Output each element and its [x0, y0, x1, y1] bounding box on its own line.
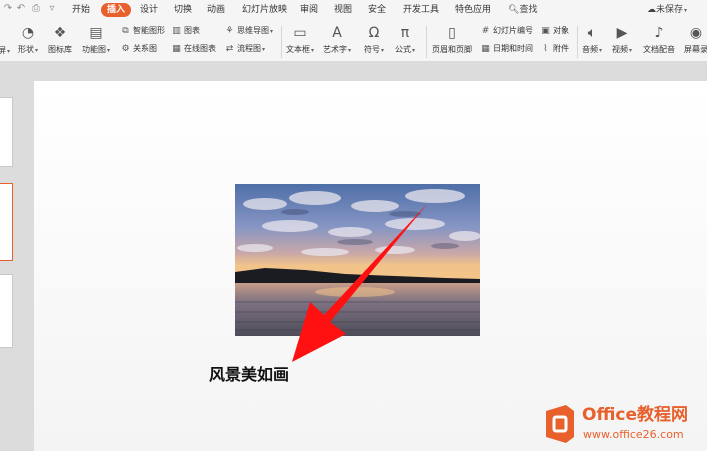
slide-thumbnail[interactable] [0, 274, 13, 348]
search-button[interactable]: 🔍︎查找 [508, 3, 537, 17]
video-button[interactable]: ▶ 视频▾ [612, 25, 632, 56]
paperclip-icon: ⌇ [543, 43, 548, 54]
shape-button[interactable]: ◔ 形状▾ [18, 25, 38, 56]
smart-shape-button[interactable]: ⧉ 智能图形 [120, 25, 165, 37]
tab-developer[interactable]: 开发工具 [403, 3, 439, 17]
art-text-icon: A [332, 25, 342, 41]
textbox-button[interactable]: ▭ 文本框▾ [286, 25, 314, 56]
slide-number-icon: # [481, 25, 490, 36]
pi-icon: π [400, 25, 410, 41]
landscape-photo[interactable] [235, 184, 480, 336]
mind-map-icon: ⚘ [225, 25, 234, 36]
formula-button[interactable]: π 公式▾ [395, 25, 415, 56]
slide-thumbnail-selected[interactable] [0, 183, 13, 261]
sunset-image [235, 184, 480, 336]
flow-chart-button[interactable]: ⇄ 流程图▾ [224, 43, 265, 55]
flow-chart-icon: ⇄ [225, 43, 234, 54]
undo-icon[interactable]: ↶ [15, 3, 27, 15]
tab-view[interactable]: 视图 [334, 3, 352, 17]
print-icon[interactable]: ⎙ [30, 3, 42, 15]
header-footer-icon: ▯ [448, 25, 456, 41]
shape-icon: ◔ [21, 25, 35, 41]
tab-animation[interactable]: 动画 [207, 3, 225, 17]
tab-special[interactable]: 特色应用 [455, 3, 491, 17]
cut-off-item[interactable]: 屏 ▾ [0, 45, 10, 57]
relation-chart-button[interactable]: ⚙ 关系图 [120, 43, 157, 55]
header-footer-button[interactable]: ▯ 页眉和页脚 [432, 25, 472, 55]
speaker-icon: 🔈︎ [587, 25, 597, 41]
search-label: 查找 [519, 5, 538, 15]
relation-chart-icon: ⚙ [121, 43, 130, 54]
tab-slideshow[interactable]: 幻灯片放映 [242, 3, 287, 17]
omega-icon: Ω [368, 25, 380, 41]
calendar-icon: ▦ [481, 43, 490, 54]
redo-icon[interactable]: ↷ [2, 3, 14, 15]
audio-button[interactable]: 🔈︎ 音频▾ [582, 25, 602, 56]
tab-transition[interactable]: 切换 [174, 3, 192, 17]
textbox-icon: ▭ [293, 25, 307, 41]
function-chart-icon: ▤ [89, 25, 103, 41]
screen-record-button[interactable]: ◉ 屏幕录 [684, 25, 707, 55]
chart-button[interactable]: ▥ 图表 [171, 25, 200, 37]
chart-icon: ▥ [172, 25, 181, 36]
video-icon: ▶ [616, 25, 628, 41]
icon-library-icon: ❖ [53, 25, 67, 41]
online-chart-icon: ▦ [172, 43, 181, 54]
tab-design[interactable]: 设计 [140, 3, 158, 17]
save-status-label: 未保存 [656, 5, 684, 15]
icon-library-button[interactable]: ❖ 图标库 [48, 25, 72, 55]
menu-bar: ↷ ↶ ⎙ ▿ 开始 插入 设计 切换 动画 幻灯片放映 审阅 视图 安全 开发… [0, 0, 707, 20]
smart-shape-icon: ⧉ [122, 25, 129, 36]
online-chart-button[interactable]: ▦ 在线图表 [171, 43, 216, 55]
ribbon-toolbar: 屏 ▾ ◔ 形状▾ ❖ 图标库 ▤ 功能图▾ ⧉ 智能图形 ⚙ 关系图 ▥ 图表 ▦ 在线… [0, 20, 707, 62]
microphone-icon: ♪ [654, 25, 664, 41]
save-status-button[interactable]: ☁未保存▾ [647, 3, 687, 18]
cloud-icon: ☁ [647, 5, 656, 15]
slide-number-button[interactable]: # 幻灯片编号 [480, 25, 533, 37]
tab-start[interactable]: 开始 [72, 3, 90, 17]
object-button[interactable]: ▣ 对象 [540, 25, 569, 37]
mind-map-button[interactable]: ⚘ 思维导图▾ [224, 25, 273, 37]
function-chart-button[interactable]: ▤ 功能图▾ [82, 25, 110, 56]
watermark-title: Office教程网 [582, 405, 689, 425]
art-text-button[interactable]: A 艺术字▾ [323, 25, 351, 56]
watermark-url: www.office26.com [583, 428, 684, 441]
date-time-button[interactable]: ▦ 日期和时间 [480, 43, 533, 55]
attachment-button[interactable]: ⌇ 附件 [540, 43, 569, 55]
search-icon: 🔍︎ [508, 5, 520, 15]
symbol-button[interactable]: Ω 符号▾ [364, 25, 384, 56]
screen-record-icon: ◉ [689, 25, 703, 41]
doc-dub-button[interactable]: ♪ 文档配音 [643, 25, 675, 55]
tab-security[interactable]: 安全 [368, 3, 386, 17]
slide-caption-text[interactable]: 风景美如画 [209, 364, 289, 386]
tab-review[interactable]: 审阅 [300, 3, 318, 17]
quick-access-menu-icon[interactable]: ▿ [46, 3, 58, 15]
slide-thumbnail[interactable] [0, 97, 13, 167]
tab-insert[interactable]: 插入 [101, 3, 132, 17]
object-icon: ▣ [541, 25, 550, 36]
